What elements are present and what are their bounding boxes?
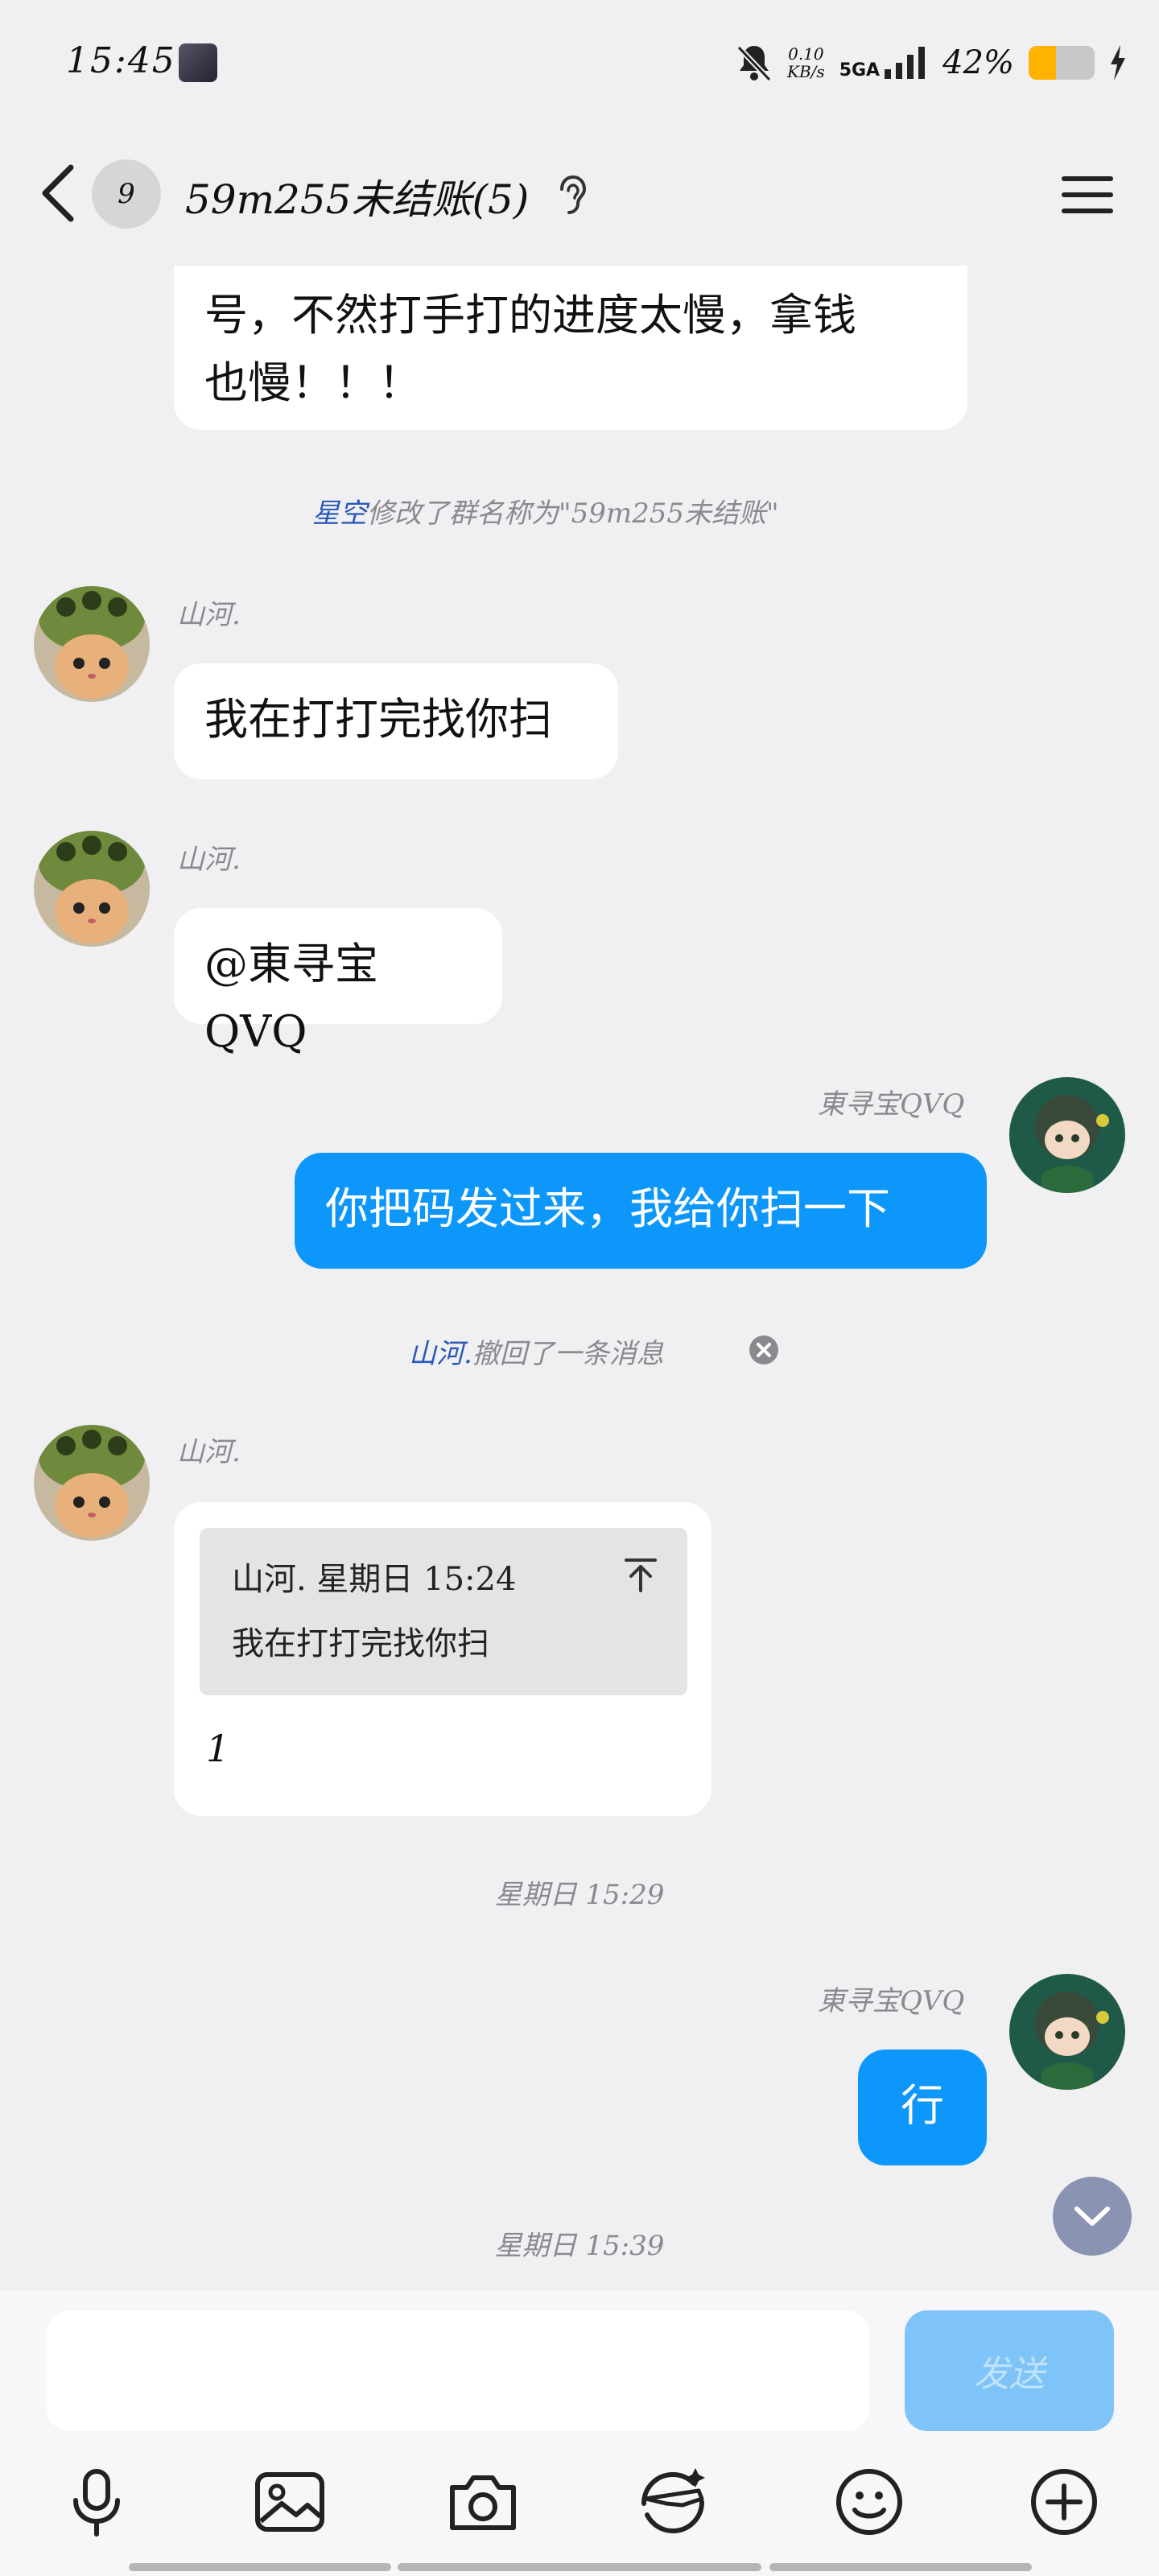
nav-indicator [129, 2563, 391, 2571]
avatar[interactable] [34, 1425, 150, 1541]
message-bubble[interactable]: 行 [858, 2050, 987, 2165]
actor-link[interactable]: 山河. [409, 1338, 472, 1370]
camera-icon[interactable] [444, 2463, 522, 2541]
unread-count-badge[interactable]: 9 [92, 159, 161, 229]
signal-group: 5GA [839, 45, 928, 80]
microphone-icon[interactable] [58, 2463, 135, 2541]
app-notification-icon [179, 43, 217, 82]
chat-title[interactable]: 59m255未结账(5) [185, 167, 529, 225]
sender-name: 東寻宝QVQ [818, 1985, 965, 2017]
anime-avatar-image [1009, 1974, 1125, 2090]
status-time: 15:45 [66, 40, 176, 81]
battery-fill [1029, 46, 1057, 80]
notice-text: 修改了群名称为"59m255未结账" [367, 497, 779, 530]
sender-name: 山河. [177, 844, 241, 876]
message-text: 1 [206, 1727, 230, 1770]
image-icon[interactable] [251, 2463, 328, 2541]
cat-avatar-image [34, 586, 150, 702]
message-text-line: 也慢！！！ [204, 357, 422, 408]
scroll-to-bottom-button[interactable] [1053, 2177, 1132, 2256]
message-bubble[interactable]: 山河. 星期日 15:24 我在打打完找你扫 1 [174, 1502, 711, 1816]
message-input[interactable] [47, 2310, 869, 2431]
battery-icon [1029, 46, 1095, 80]
avatar[interactable] [1009, 1077, 1125, 1193]
sender-name: 山河. [177, 599, 241, 631]
actor-link[interactable]: 星空 [312, 497, 367, 530]
dismiss-notice-icon[interactable] [749, 1335, 779, 1365]
jump-to-original-icon[interactable] [623, 1557, 658, 1592]
sticker-icon[interactable] [634, 2463, 711, 2541]
group-rename-notice: 星空修改了群名称为"59m255未结账" [312, 491, 779, 530]
recall-notice: 山河.撤回了一条消息 [409, 1331, 664, 1371]
menu-icon[interactable] [1059, 171, 1116, 219]
sender-name: 山河. [177, 1436, 241, 1468]
signal-icon [885, 47, 926, 79]
status-indicators: 0.10 KB/s 5GA 42% [736, 39, 1127, 87]
battery-percent: 42% [942, 44, 1014, 81]
quote-text: 我在打打完找你扫 [232, 1625, 489, 1662]
charging-bolt-icon [1111, 45, 1125, 80]
status-bar: 15:45 0.10 KB/s 5GA 42% [0, 0, 1159, 129]
mute-bell-icon [736, 45, 772, 82]
anime-avatar-image [1009, 1077, 1125, 1193]
cat-avatar-image [34, 1425, 150, 1541]
back-icon[interactable] [35, 161, 84, 225]
emoji-icon[interactable] [831, 2463, 908, 2541]
send-button[interactable]: 发送 [905, 2310, 1114, 2431]
avatar[interactable] [34, 586, 150, 702]
notice-text: 撤回了一条消息 [472, 1338, 664, 1370]
quote-header: 山河. 星期日 15:24 [232, 1561, 517, 1598]
net-speed-unit: KB/s [787, 62, 825, 81]
chevron-down-icon [1074, 2207, 1110, 2226]
ear-icon[interactable] [555, 173, 591, 218]
avatar[interactable] [34, 831, 150, 947]
message-bubble[interactable]: 你把码发过来，我给你扫一下 [295, 1153, 987, 1269]
nav-indicator [398, 2563, 761, 2571]
avatar[interactable] [1009, 1974, 1125, 2090]
message-bubble[interactable]: 我在打打完找你扫 [174, 663, 618, 779]
network-type: 5GA [839, 60, 881, 80]
quoted-message[interactable]: 山河. 星期日 15:24 我在打打完找你扫 [200, 1528, 687, 1695]
nav-indicator [769, 2563, 1032, 2571]
message-bubble[interactable]: @東寻宝QVQ [174, 908, 502, 1057]
sender-name: 東寻宝QVQ [818, 1088, 965, 1121]
timestamp: 星期日 15:39 [494, 2230, 665, 2262]
message-text-line: 号，不然打手打的进度太慢，拿钱 [204, 290, 856, 341]
plus-icon[interactable] [1025, 2463, 1103, 2541]
net-speed-value: 0.10 [788, 44, 824, 64]
net-speed: 0.10 KB/s [787, 45, 825, 80]
timestamp: 星期日 15:29 [494, 1879, 665, 1911]
cat-avatar-image [34, 831, 150, 947]
